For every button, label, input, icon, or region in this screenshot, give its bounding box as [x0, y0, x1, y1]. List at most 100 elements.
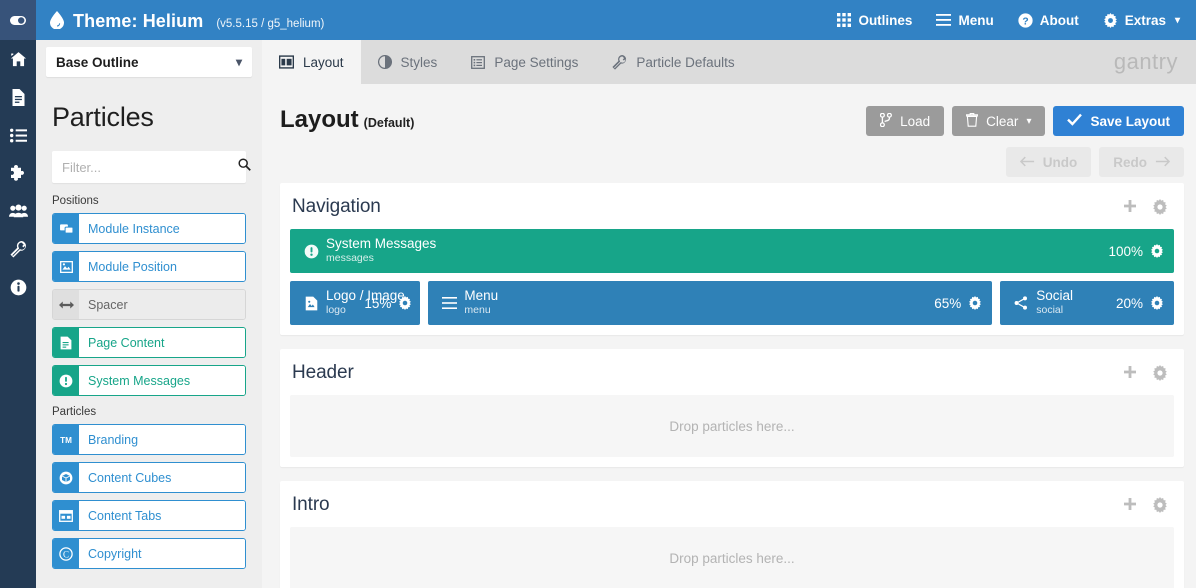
rail-item-tools[interactable]	[0, 230, 36, 268]
topnav-extras[interactable]: Extras ▾	[1103, 12, 1180, 28]
exclamation-circle-icon	[53, 366, 79, 395]
particles-filter[interactable]	[52, 151, 251, 183]
hamburger-icon	[438, 297, 460, 309]
section-tools	[1122, 365, 1168, 381]
gear-icon[interactable]	[1152, 497, 1168, 513]
particle-module-position[interactable]: Module Position	[52, 251, 246, 282]
particle-page-content[interactable]: Page Content	[52, 327, 246, 358]
clear-button-label: Clear	[986, 113, 1019, 129]
rail-item-menu[interactable]	[0, 116, 36, 154]
clear-button[interactable]: Clear ▾	[952, 106, 1046, 136]
gear-icon[interactable]	[1152, 365, 1168, 381]
gear-icon[interactable]	[398, 296, 412, 310]
layout-row: Logo / Image logo 15% Menu menu 65% Soci…	[290, 281, 1174, 325]
canvas-header: Layout (Default) Load Clear ▾ Save Layou…	[280, 106, 1184, 177]
tab-layout-label: Layout	[303, 54, 344, 70]
particle-system-messages[interactable]: System Messages	[52, 365, 246, 396]
block-size: 20%	[1115, 295, 1143, 311]
block-size: 65%	[934, 295, 962, 311]
tab-page-settings-label: Page Settings	[494, 54, 579, 70]
undo-button[interactable]: Undo	[1005, 147, 1092, 177]
particle-branding[interactable]: TM Branding	[52, 424, 246, 455]
rail-item-users[interactable]	[0, 192, 36, 230]
page-icon	[12, 88, 24, 106]
gear-icon[interactable]	[1150, 244, 1164, 258]
layout-columns-icon	[279, 55, 294, 69]
save-layout-button-label: Save Layout	[1090, 113, 1170, 129]
particle-label: Module Instance	[79, 214, 245, 243]
block-subtitle: menu	[464, 304, 491, 317]
particle-label: Content Cubes	[79, 463, 245, 492]
topnav-outlines[interactable]: Outlines	[837, 13, 912, 28]
wrench-icon	[612, 54, 627, 70]
module-position-icon	[53, 252, 79, 281]
dropzone[interactable]: Drop particles here...	[290, 395, 1174, 457]
tab-particle-defaults[interactable]: Particle Defaults	[595, 40, 751, 84]
particle-content-tabs[interactable]: Content Tabs	[52, 500, 246, 531]
theme-version: (v5.5.15 / g5_helium)	[216, 17, 325, 30]
filter-input[interactable]	[62, 159, 238, 175]
block-size: 100%	[1108, 243, 1143, 259]
tab-layout[interactable]: Layout	[262, 40, 361, 84]
svg-text:?: ?	[1022, 16, 1028, 27]
block-size: 15%	[364, 295, 392, 311]
topnav-menu[interactable]: Menu	[936, 12, 994, 28]
tab-strip: Base Outline ▾ Layout Styles Page Settin…	[36, 40, 1196, 84]
tab-page-settings[interactable]: Page Settings	[454, 40, 595, 84]
puzzle-icon	[11, 164, 24, 181]
section-title: Header	[292, 362, 354, 383]
layout-row: System Messages messages 100%	[290, 229, 1174, 273]
block-subtitle: messages	[326, 252, 374, 265]
block-menu[interactable]: Menu menu 65%	[428, 281, 993, 325]
topnav-about[interactable]: ? About	[1018, 13, 1079, 28]
gear-icon[interactable]	[1152, 199, 1168, 215]
gear-icon[interactable]	[968, 296, 982, 310]
home-icon	[10, 51, 26, 66]
trash-icon	[965, 112, 979, 130]
particle-label: Page Content	[79, 328, 245, 357]
block-social[interactable]: Social social 20%	[1000, 281, 1174, 325]
section-header-block: Header Drop particles here...	[280, 349, 1184, 467]
block-system-messages[interactable]: System Messages messages 100%	[290, 229, 1174, 273]
chevron-down-icon: ▾	[1026, 115, 1032, 127]
copyright-icon: C	[53, 539, 79, 568]
block-text: Menu menu	[464, 288, 498, 317]
rail-item-extensions[interactable]	[0, 154, 36, 192]
save-layout-button[interactable]: Save Layout	[1053, 106, 1184, 136]
page-title-text: Layout	[280, 106, 359, 133]
search-icon[interactable]	[238, 158, 251, 176]
load-button-label: Load	[900, 113, 931, 129]
rail-item-info[interactable]	[0, 268, 36, 306]
particle-copyright[interactable]: C Copyright	[52, 538, 246, 569]
block-subtitle: social	[1036, 304, 1064, 317]
dropzone[interactable]: Drop particles here...	[290, 527, 1174, 588]
particle-module-instance[interactable]: Module Instance	[52, 213, 246, 244]
rail-toggle-button[interactable]	[0, 0, 36, 40]
gantry-wordmark: gantry	[1113, 49, 1178, 74]
tabs-icon	[53, 501, 79, 530]
load-button[interactable]: Load	[866, 106, 945, 136]
trademark-icon: TM	[53, 425, 79, 454]
outline-select[interactable]: Base Outline ▾	[46, 47, 252, 77]
rail-item-pages[interactable]	[0, 78, 36, 116]
list-icon	[9, 128, 27, 142]
section-navigation: Navigation System Messages messages 100%…	[280, 183, 1184, 335]
block-logo-image[interactable]: Logo / Image logo 15%	[290, 281, 421, 325]
rail-item-home[interactable]	[0, 40, 36, 78]
plus-icon[interactable]	[1122, 199, 1138, 215]
section-header: Intro	[280, 481, 1184, 527]
redo-button[interactable]: Redo	[1099, 147, 1184, 177]
chevron-down-icon: ▾	[1174, 14, 1180, 26]
particle-spacer[interactable]: Spacer	[52, 289, 246, 320]
svg-text:TM: TM	[60, 436, 72, 445]
section-title: Intro	[292, 494, 330, 515]
particle-content-cubes[interactable]: Content Cubes	[52, 462, 246, 493]
topnav-menu-label: Menu	[958, 12, 994, 28]
group-label-positions: Positions	[52, 195, 99, 207]
particle-label: System Messages	[79, 366, 245, 395]
gear-icon[interactable]	[1150, 296, 1164, 310]
tab-styles[interactable]: Styles	[361, 40, 455, 84]
plus-icon[interactable]	[1122, 365, 1138, 381]
section-header: Navigation	[280, 183, 1184, 229]
plus-icon[interactable]	[1122, 497, 1138, 513]
